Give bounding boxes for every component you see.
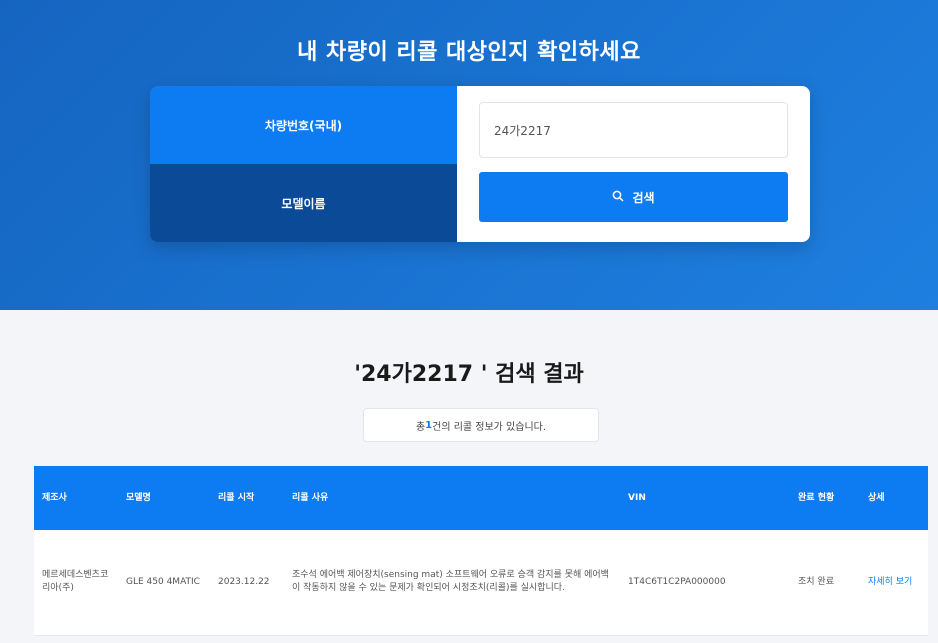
column-header-vin: VIN: [620, 466, 790, 530]
table-row: 메르세데스벤츠코리아(주) GLE 450 4MATIC 2023.12.22 …: [34, 530, 928, 636]
column-header-status: 완료 현황: [790, 466, 860, 530]
table-header-row: 제조사 모델명 리콜 시작 리콜 사유 VIN 완료 현황 상세: [34, 466, 928, 530]
search-button[interactable]: 검색: [479, 172, 788, 222]
cell-start-date: 2023.12.22: [210, 530, 284, 636]
cell-reason: 조수석 에어백 제어장치(sensing mat) 소프트웨어 오류로 승객 감…: [284, 530, 620, 636]
search-card: 차량번호(국내) 모델이름 검색: [150, 86, 810, 242]
cell-status: 조치 완료: [790, 530, 860, 636]
hero-title: 내 차량이 리콜 대상인지 확인하세요: [297, 40, 641, 65]
column-header-detail: 상세: [860, 466, 928, 530]
cell-detail: 자세히 보기: [860, 530, 928, 636]
cell-maker: 메르세데스벤츠코리아(주): [34, 530, 118, 636]
hero-section: 내 차량이 리콜 대상인지 확인하세요 차량번호(국내) 모델이름 검색: [0, 0, 938, 310]
detail-link[interactable]: 자세히 보기: [868, 576, 920, 590]
column-header-start: 리콜 시작: [210, 466, 284, 530]
plate-number-input[interactable]: [479, 102, 788, 158]
search-icon: [612, 190, 624, 205]
tab-model-name[interactable]: 모델이름: [150, 164, 457, 242]
recall-results-table: 제조사 모델명 리콜 시작 리콜 사유 VIN 완료 현황 상세 메르세데스벤츠…: [34, 466, 928, 636]
cell-model: GLE 450 4MATIC: [118, 530, 210, 636]
column-header-model: 모델명: [118, 466, 210, 530]
result-count-badge: 총 1 건의 리콜 정보가 있습니다.: [363, 408, 599, 442]
column-header-reason: 리콜 사유: [284, 466, 620, 530]
search-panel: 검색: [457, 86, 810, 242]
search-button-label: 검색: [632, 190, 655, 205]
search-tabs: 차량번호(국내) 모델이름: [150, 86, 457, 242]
results-title: '24가2217 ' 검색 결과: [354, 362, 584, 387]
column-header-maker: 제조사: [34, 466, 118, 530]
count-suffix: 건의 리콜 정보가 있습니다.: [432, 421, 547, 433]
count-prefix: 총: [415, 421, 426, 433]
results-section: '24가2217 ' 검색 결과 총 1 건의 리콜 정보가 있습니다. 제조사…: [0, 310, 938, 643]
count-number: 1: [425, 419, 433, 431]
cell-vin: 1T4C6T1C2PA000000: [620, 530, 790, 636]
tab-plate-number[interactable]: 차량번호(국내): [150, 86, 457, 164]
